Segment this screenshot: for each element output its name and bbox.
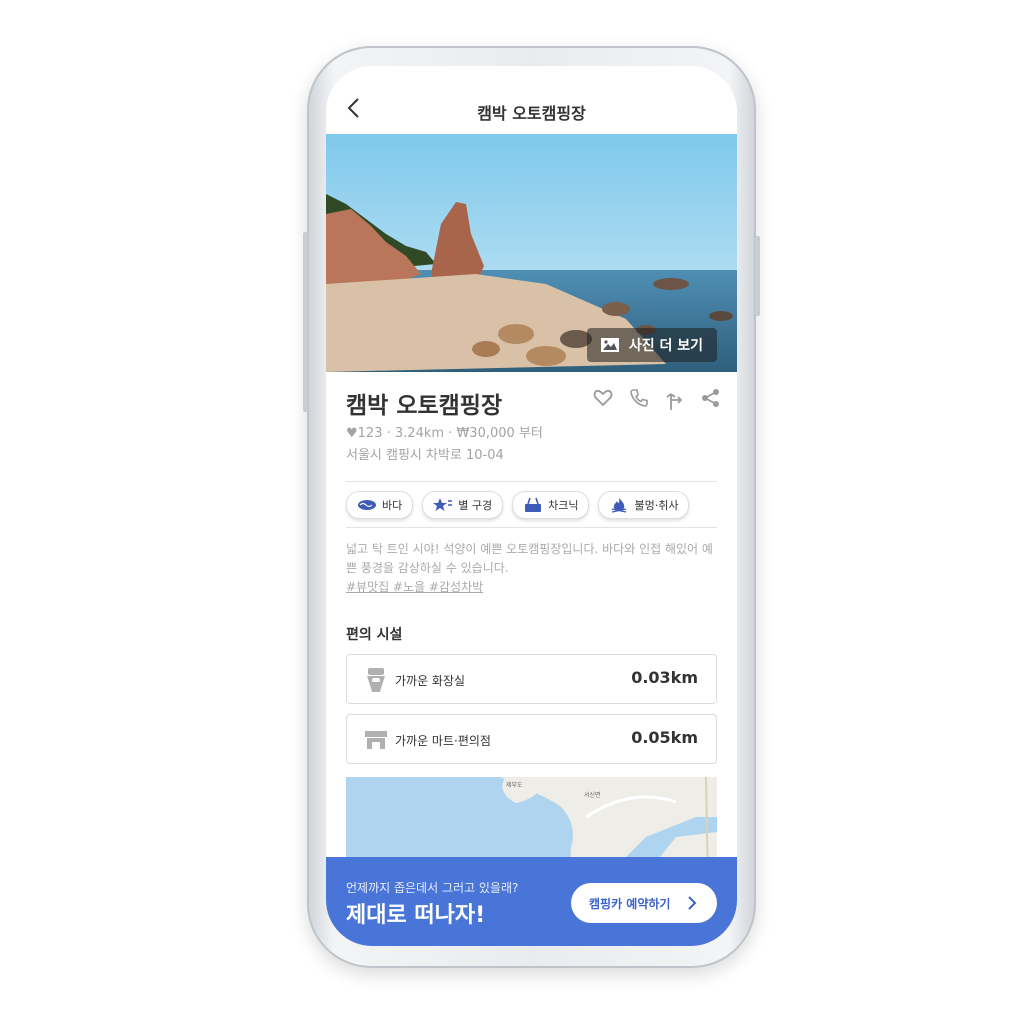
facilities-heading: 편의 시설 bbox=[346, 627, 403, 643]
facility-toilet[interactable]: 가까운 화장실 0.03km bbox=[346, 654, 717, 704]
promo-banner: 언제까지 좁은데서 그러고 있을래? 제대로 떠나자! 캠핑카 예약하기 bbox=[326, 857, 737, 946]
tag-sea[interactable]: 바다 bbox=[346, 491, 414, 519]
campsite-photo[interactable]: 사진 더 보기 bbox=[326, 134, 737, 372]
page-title: 캠박 오토캠핑장 bbox=[477, 104, 586, 123]
phone-icon[interactable] bbox=[629, 388, 649, 410]
picnic-basket-icon bbox=[525, 497, 542, 512]
directions-icon[interactable] bbox=[665, 388, 685, 410]
small-heart-icon: ♥ bbox=[346, 426, 358, 441]
banner-subtitle: 언제까지 좁은데서 그러고 있을래? bbox=[346, 881, 519, 895]
map-label-seosin: 서신면 bbox=[584, 791, 601, 799]
action-icons bbox=[593, 388, 721, 410]
distance-value: 3.24km bbox=[394, 426, 445, 441]
tag-label: 불멍·취사 bbox=[634, 499, 679, 512]
toilet-icon bbox=[367, 668, 385, 692]
tag-label: 별 구경 bbox=[458, 499, 493, 512]
facility-label: 가까운 마트·편의점 bbox=[395, 734, 491, 748]
divider bbox=[346, 481, 717, 482]
heart-icon[interactable] bbox=[593, 388, 613, 410]
feature-tags: 바다 별 구경 차크닉 불멍·취사 bbox=[346, 491, 690, 519]
fire-icon bbox=[612, 498, 627, 513]
facility-store[interactable]: 가까운 마트·편의점 0.05km bbox=[346, 714, 717, 764]
star-icon bbox=[433, 498, 453, 511]
banner-headline: 제대로 떠나자! bbox=[346, 903, 486, 928]
phone-side-button-left bbox=[303, 232, 308, 412]
reserve-campervan-button[interactable]: 캠핑카 예약하기 bbox=[571, 883, 717, 923]
map-label-jebudo: 제부도 bbox=[506, 781, 523, 789]
campsite-address: 서울시 캠핑시 차박로 10-04 bbox=[346, 448, 504, 463]
app-screen: 캠박 오토캠핑장 사진 더 보기 캠박 오토캠핑장 ♥123 · 3.24km … bbox=[326, 66, 737, 946]
phone-side-button-right bbox=[755, 236, 760, 316]
facility-distance: 0.05km bbox=[631, 728, 698, 747]
more-photos-label: 사진 더 보기 bbox=[628, 338, 703, 354]
price-value: ₩30,000 부터 bbox=[456, 426, 543, 441]
like-count: 123 bbox=[357, 426, 383, 441]
tag-carnic[interactable]: 차크닉 bbox=[512, 491, 590, 519]
share-icon[interactable] bbox=[701, 388, 721, 410]
store-icon bbox=[365, 731, 387, 749]
tag-campfire-cooking[interactable]: 불멍·취사 bbox=[598, 491, 690, 519]
facility-distance: 0.03km bbox=[631, 668, 698, 687]
top-bar: 캠박 오토캠핑장 bbox=[326, 66, 737, 134]
more-photos-button[interactable]: 사진 더 보기 bbox=[586, 328, 717, 362]
sea-icon bbox=[358, 500, 376, 510]
campsite-description: 넓고 탁 트인 시야! 석양이 예쁜 오토캠핑장입니다. 바다와 인접 해있어 … bbox=[346, 542, 713, 575]
divider bbox=[346, 527, 717, 528]
campsite-meta: ♥123 · 3.24km · ₩30,000 부터 bbox=[346, 426, 543, 441]
cta-label: 캠핑카 예약하기 bbox=[589, 896, 671, 911]
tag-label: 바다 bbox=[382, 499, 403, 512]
tag-stargazing[interactable]: 별 구경 bbox=[422, 491, 504, 519]
campsite-name: 캠박 오토캠핑장 bbox=[346, 393, 503, 419]
chevron-right-icon bbox=[688, 896, 697, 910]
hashtags[interactable]: #뷰맛집 #노을 #감성차박 bbox=[346, 578, 483, 595]
image-icon bbox=[600, 338, 619, 352]
facility-label: 가까운 화장실 bbox=[395, 674, 466, 688]
tag-label: 차크닉 bbox=[548, 499, 579, 512]
